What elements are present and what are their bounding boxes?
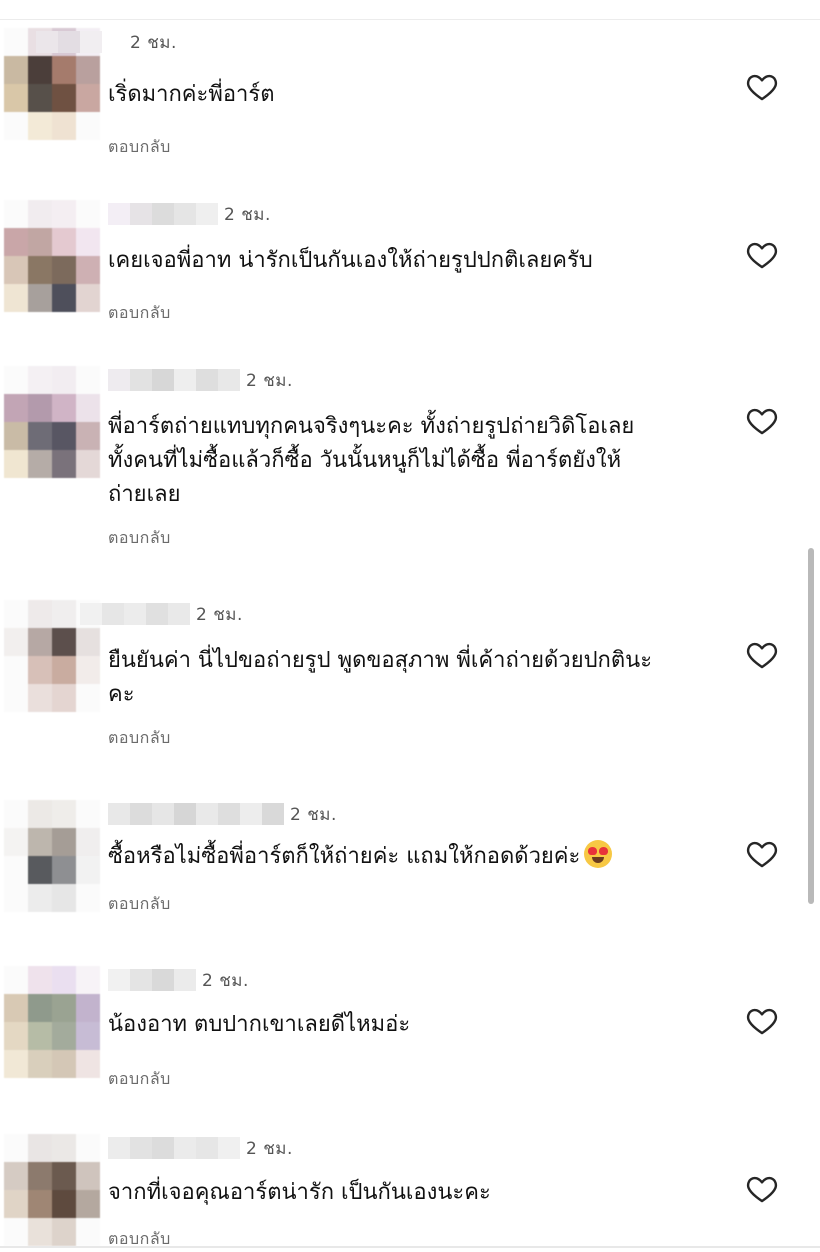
comment-text-body: ซื้อหรือไม่ซื้อพี่อาร์ตก็ให้ถ่ายค่ะ แถมใ… xyxy=(108,844,581,869)
reply-button[interactable]: ตอบกลับ xyxy=(108,301,171,326)
comment-time: 2 ชม. xyxy=(202,970,249,991)
like-button[interactable] xyxy=(744,238,780,272)
comment-text: ซื้อหรือไม่ซื้อพี่อาร์ตก็ให้ถ่ายค่ะ แถมใ… xyxy=(108,840,708,874)
username-blurred[interactable] xyxy=(108,369,240,391)
comment-time: 2 ชม. xyxy=(246,370,293,391)
comment-meta: 2 ชม. xyxy=(108,800,337,828)
comment-time: 2 ชม. xyxy=(290,804,337,825)
reply-button[interactable]: ตอบกลับ xyxy=(108,892,171,917)
bottom-divider xyxy=(0,1246,820,1248)
heart-outline-icon xyxy=(746,1176,778,1203)
avatar[interactable] xyxy=(4,966,100,1078)
scrollbar-thumb[interactable] xyxy=(808,548,814,904)
like-button[interactable] xyxy=(744,1004,780,1038)
reply-button[interactable]: ตอบกลับ xyxy=(108,1067,171,1092)
comment-meta: 2 ชม. xyxy=(108,200,271,228)
heart-outline-icon xyxy=(746,642,778,669)
reply-button[interactable]: ตอบกลับ xyxy=(108,135,171,160)
top-divider xyxy=(0,19,820,20)
avatar[interactable] xyxy=(4,366,100,478)
like-button[interactable] xyxy=(744,70,780,104)
like-button[interactable] xyxy=(744,1172,780,1206)
username-blurred[interactable] xyxy=(108,969,196,991)
username-blurred[interactable] xyxy=(108,1137,240,1159)
comment-meta: 2 ชม. xyxy=(36,28,177,56)
username-blurred[interactable] xyxy=(36,31,124,53)
reply-button[interactable]: ตอบกลับ xyxy=(108,526,171,551)
heart-outline-icon xyxy=(746,841,778,868)
comment-text: เคยเจอพี่อาท น่ารักเป็นกันเองให้ถ่ายรูปป… xyxy=(108,248,593,273)
like-button[interactable] xyxy=(744,638,780,672)
heart-outline-icon xyxy=(746,408,778,435)
comment-text: จากที่เจอคุณอาร์ตน่ารัก เป็นกันเองนะคะ xyxy=(108,1180,491,1205)
comment-time: 2 ชม. xyxy=(224,204,271,225)
avatar[interactable] xyxy=(4,1134,100,1246)
like-button[interactable] xyxy=(744,404,780,438)
reply-button[interactable]: ตอบกลับ xyxy=(108,1227,171,1252)
comment-text: น้องอาท ตบปากเขาเลยดีไหมอ่ะ xyxy=(108,1012,411,1037)
comment-time: 2 ชม. xyxy=(246,1138,293,1159)
username-blurred[interactable] xyxy=(80,603,190,625)
heart-outline-icon xyxy=(746,74,778,101)
avatar[interactable] xyxy=(4,200,100,312)
like-button[interactable] xyxy=(744,837,780,871)
heart-outline-icon xyxy=(746,242,778,269)
comment-text: พี่อาร์ตถ่ายแทบทุกคนจริงๆนะคะ ทั้งถ่ายรู… xyxy=(108,414,635,507)
comment-meta: 2 ชม. xyxy=(108,366,293,394)
comment-text: ยืนยันค่า นี่ไปขอถ่ายรูป พูดขอสุภาพ พี่เ… xyxy=(108,648,653,707)
heart-outline-icon xyxy=(746,1008,778,1035)
comment-time: 2 ชม. xyxy=(130,32,177,53)
comment-meta: 2 ชม. xyxy=(108,1134,293,1162)
smiling-face-with-heart-eyes-icon xyxy=(584,840,613,868)
comment-text: เริ่ดมากค่ะพี่อาร์ต xyxy=(108,82,275,107)
username-blurred[interactable] xyxy=(108,803,284,825)
reply-button[interactable]: ตอบกลับ xyxy=(108,726,171,751)
comment-time: 2 ชม. xyxy=(196,604,243,625)
avatar[interactable] xyxy=(4,800,100,912)
comment-meta: 2 ชม. xyxy=(108,966,249,994)
comment-meta: 2 ชม. xyxy=(80,600,243,628)
username-blurred[interactable] xyxy=(108,203,218,225)
